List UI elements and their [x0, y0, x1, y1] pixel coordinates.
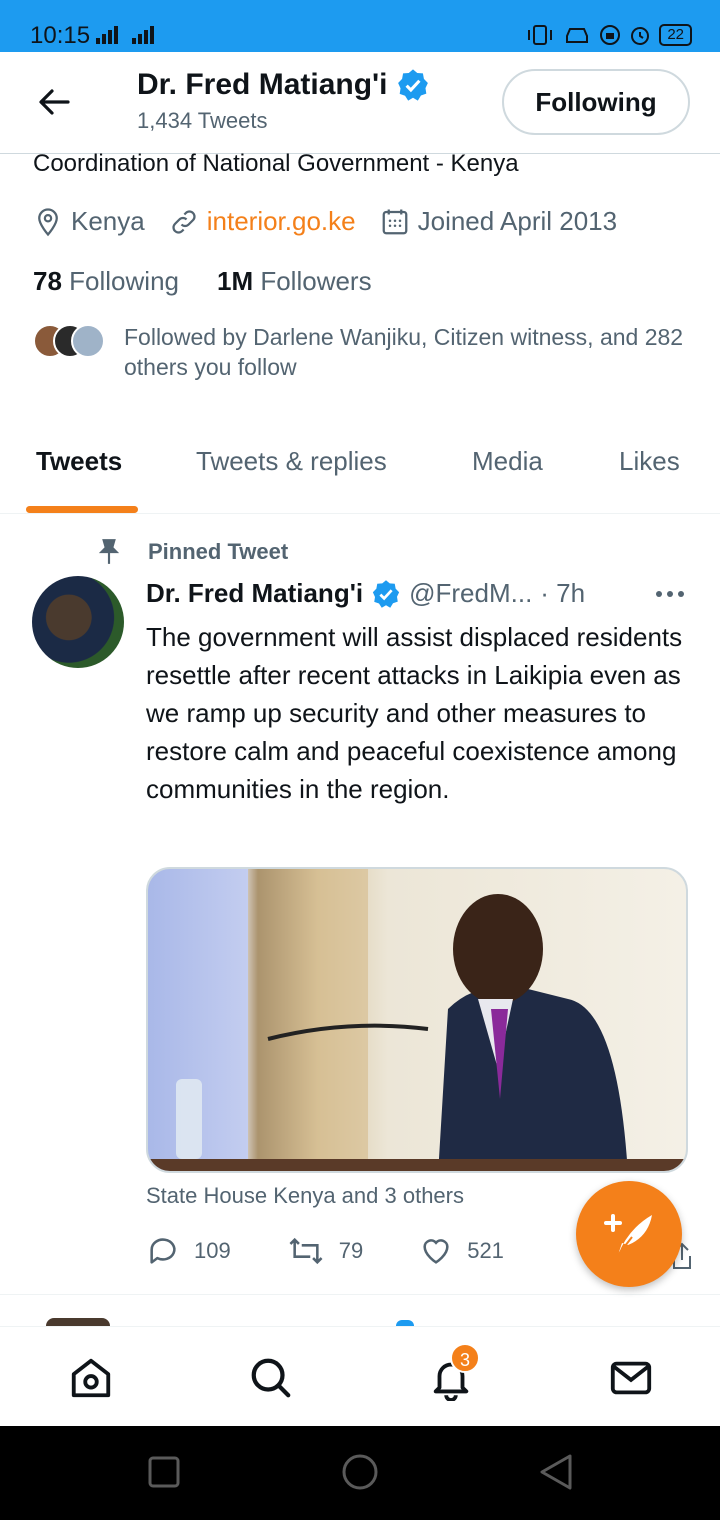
tweet-time: · 7h — [540, 578, 586, 608]
status-bar: 10:15 22 — [0, 0, 720, 52]
following-label: Following — [69, 266, 179, 296]
photo-content — [148, 869, 686, 1171]
verified-badge-icon — [372, 579, 400, 608]
tagged-users[interactable]: State House Kenya and 3 others — [146, 1183, 464, 1209]
website-link[interactable]: interior.go.ke — [207, 206, 356, 237]
join-date-text: Joined April 2013 — [417, 206, 618, 236]
tab-likes[interactable]: Likes — [619, 446, 680, 477]
compose-tweet-button[interactable] — [576, 1181, 682, 1287]
messages-icon[interactable] — [608, 1355, 654, 1401]
followers-label: Followers — [260, 266, 372, 296]
vibrate-icon — [528, 25, 553, 45]
tweet-author-handle: @FredM... — [409, 578, 533, 608]
followed-by[interactable]: Followed by Darlene Wanjiku, Citizen wit… — [33, 322, 683, 380]
header-title: Dr. Fred Matiang'i — [137, 68, 430, 102]
tweet-actions: 109 79 521 — [146, 1234, 560, 1268]
more-icon[interactable] — [654, 585, 686, 603]
link-icon — [172, 209, 196, 234]
profile-header: Dr. Fred Matiang'i 1,434 Tweets Followin… — [0, 52, 720, 154]
like-count: 521 — [467, 1238, 504, 1263]
notification-badge: 3 — [450, 1343, 480, 1373]
back-button-icon[interactable] — [538, 1453, 574, 1491]
tweet-author-name[interactable]: Dr. Fred Matiang'i — [146, 578, 363, 609]
location-pin-icon — [38, 207, 58, 236]
signal-icon — [96, 26, 154, 44]
profile-tabs: Tweets Tweets & replies Media Likes — [0, 436, 720, 514]
following-button[interactable]: Following — [502, 69, 690, 135]
header-name: Dr. Fred Matiang'i — [137, 68, 388, 101]
follower-avatars — [33, 322, 109, 362]
verified-badge-icon — [397, 69, 428, 101]
search-icon[interactable] — [248, 1355, 294, 1401]
profile-meta: Kenya interior.go.ke Joined April 2013 — [33, 206, 641, 237]
following-count: 78 — [33, 266, 62, 296]
profile-bio: Coordination of National Government - Ke… — [33, 150, 519, 177]
status-icons: 22 — [525, 24, 692, 46]
system-navigation-bar — [0, 1426, 720, 1520]
retweet-icon — [289, 1237, 323, 1265]
next-tweet-avatar — [46, 1318, 110, 1326]
followers-count: 1M — [216, 266, 254, 296]
status-time: 10:15 — [30, 22, 91, 49]
reply-action[interactable]: 109 — [146, 1234, 231, 1268]
reply-count: 109 — [194, 1238, 231, 1263]
location-text: Kenya — [71, 206, 145, 236]
tweet-photo[interactable] — [146, 867, 688, 1173]
tweet-divider — [0, 1294, 720, 1295]
active-tab-indicator — [26, 506, 138, 513]
tab-media[interactable]: Media — [472, 446, 543, 477]
tab-tweets[interactable]: Tweets — [36, 446, 122, 477]
alarm-icon — [631, 27, 650, 45]
followers-stat[interactable]: 1M Followers — [217, 266, 372, 297]
calendar-icon — [382, 209, 407, 234]
tweet-header: Dr. Fred Matiang'i @FredM... · 7h — [146, 578, 585, 609]
battery-level: 22 — [659, 24, 692, 46]
like-action[interactable]: 521 — [419, 1234, 504, 1268]
data-saver-icon — [600, 25, 621, 45]
join-date: Joined April 2013 — [380, 206, 617, 237]
tweet-author-avatar[interactable] — [32, 576, 124, 668]
retweet-action[interactable]: 79 — [287, 1234, 363, 1268]
home-icon[interactable] — [68, 1355, 114, 1401]
tab-tweets-replies[interactable]: Tweets & replies — [196, 446, 387, 477]
reply-icon — [150, 1238, 176, 1264]
like-icon — [423, 1239, 449, 1264]
compose-tweet-icon — [604, 1214, 652, 1256]
back-arrow-icon[interactable] — [34, 82, 74, 122]
avatar — [71, 324, 105, 358]
car-icon — [566, 28, 589, 43]
follow-stats: 78 Following 1M Followers — [33, 266, 372, 297]
pinned-label: Pinned Tweet — [96, 538, 288, 566]
following-stat[interactable]: 78 Following — [33, 266, 179, 297]
pin-icon — [98, 539, 120, 564]
home-button-icon[interactable] — [341, 1453, 379, 1491]
tweet-count: 1,434 Tweets — [137, 108, 268, 133]
tweet-text: The government will assist displaced res… — [146, 622, 683, 804]
retweet-count: 79 — [338, 1238, 364, 1263]
followed-by-text: Followed by Darlene Wanjiku, Citizen wit… — [124, 324, 684, 380]
recents-icon[interactable] — [148, 1456, 180, 1488]
pinned-text: Pinned Tweet — [148, 539, 289, 564]
location: Kenya — [33, 206, 145, 237]
website[interactable]: interior.go.ke — [169, 206, 356, 237]
bottom-navigation: 3 — [0, 1326, 720, 1426]
